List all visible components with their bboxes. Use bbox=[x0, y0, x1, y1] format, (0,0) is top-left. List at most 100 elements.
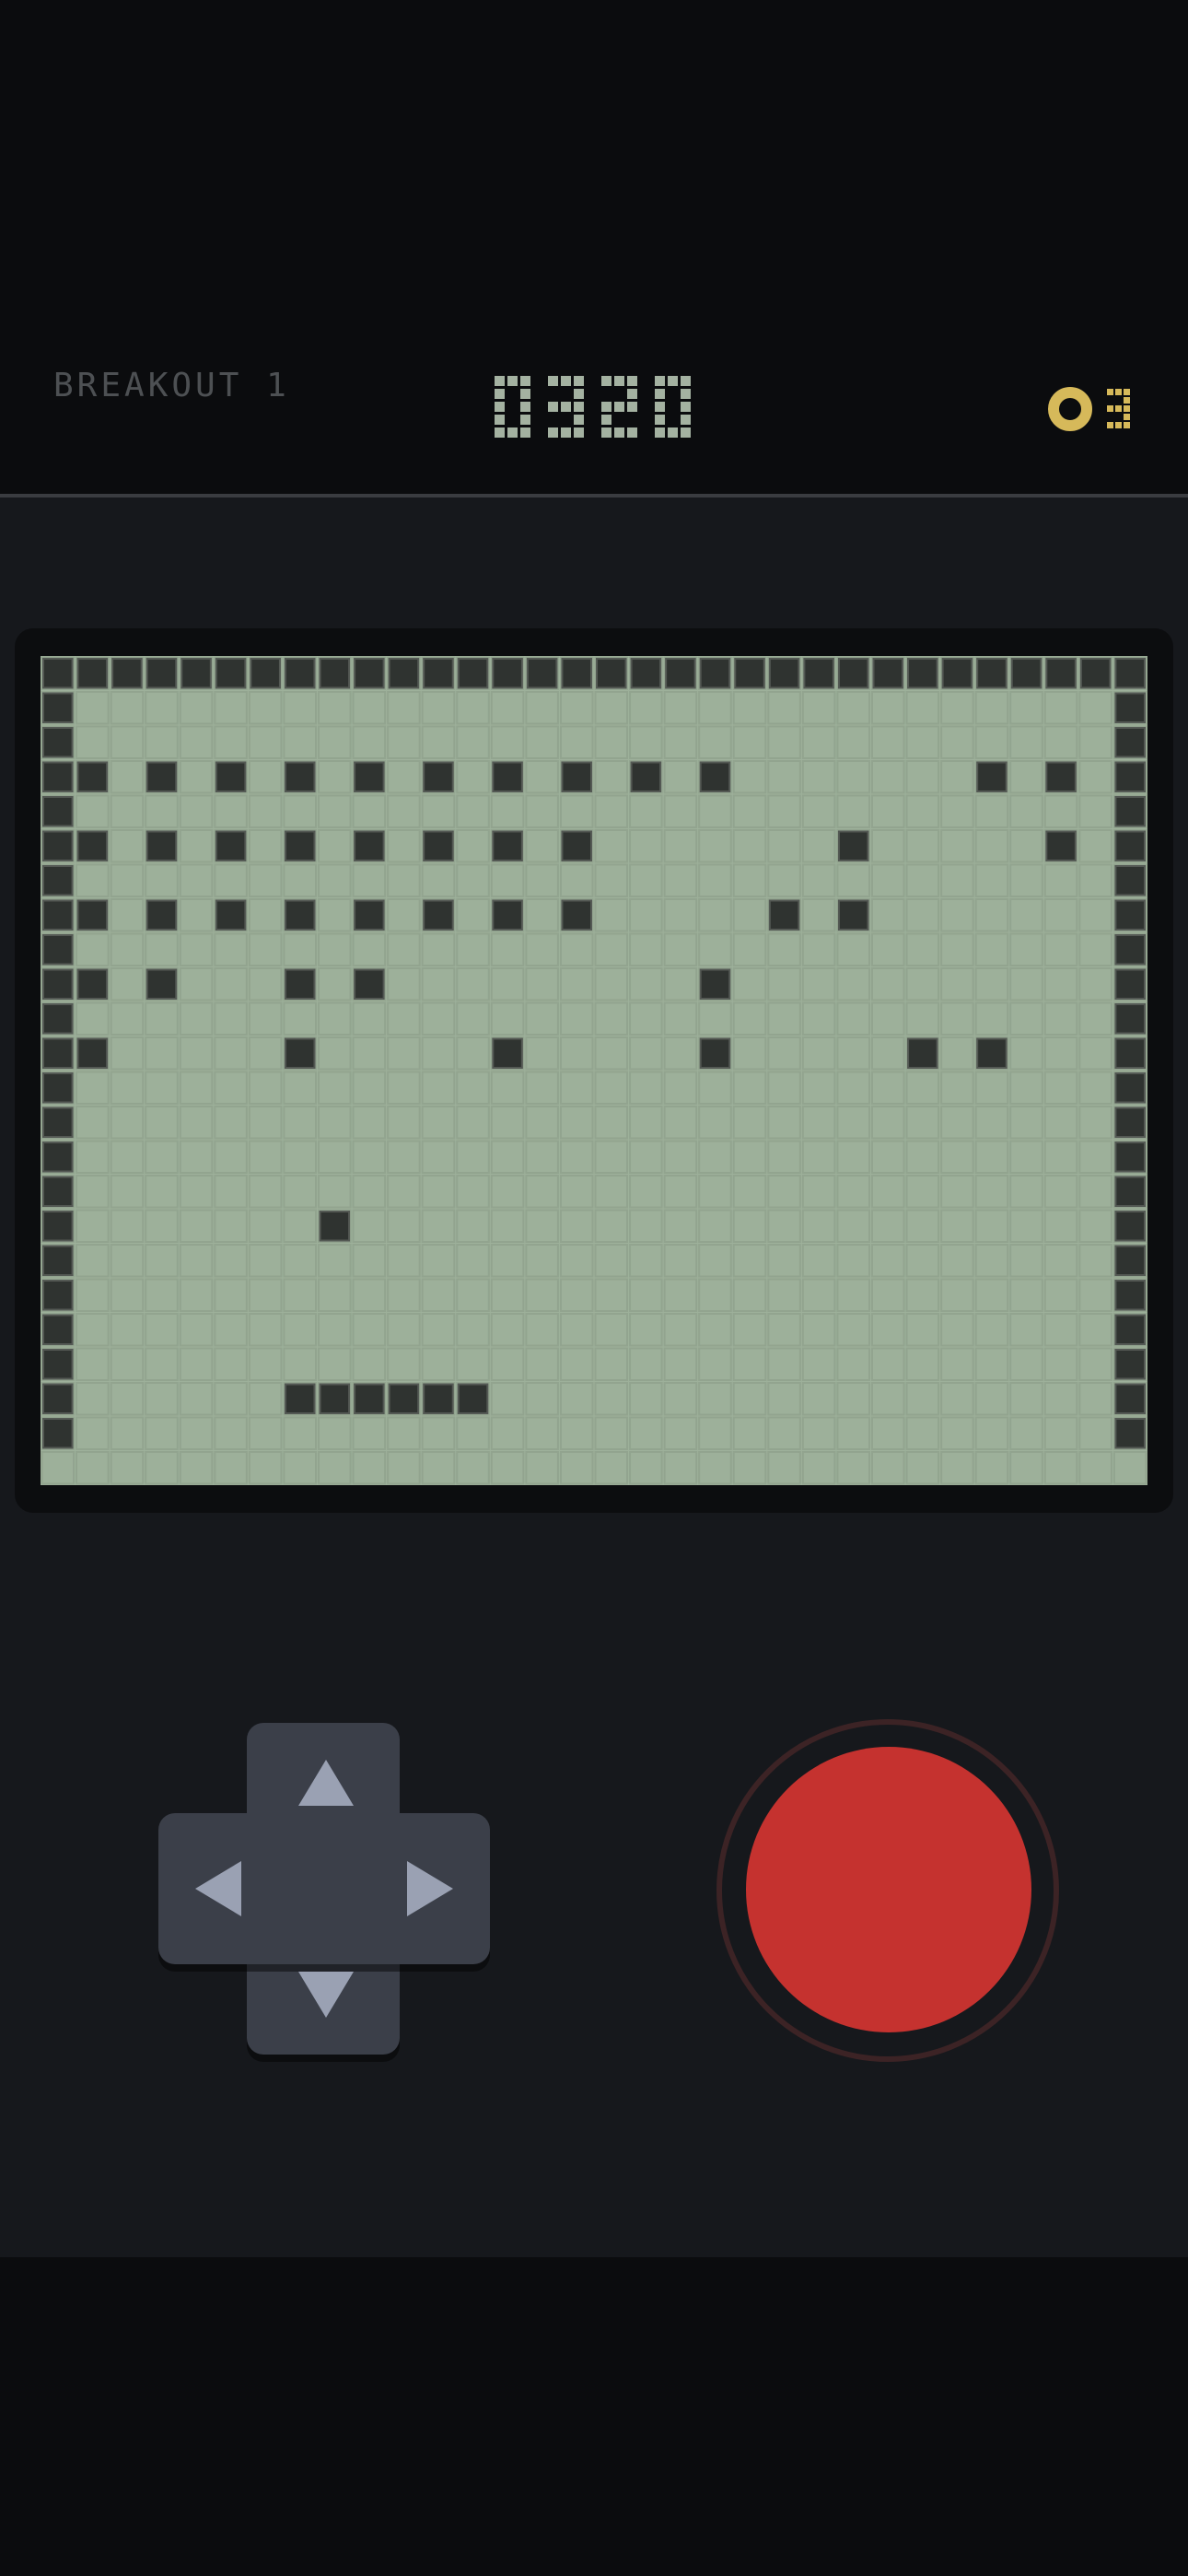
lcd-cell bbox=[836, 1244, 870, 1278]
lcd-cell bbox=[732, 1451, 767, 1485]
score-digit-pixel bbox=[495, 402, 505, 412]
lcd-cell bbox=[421, 1001, 456, 1036]
lcd-cell bbox=[940, 967, 974, 1001]
lcd-cell bbox=[490, 1140, 525, 1174]
lcd-cell bbox=[421, 1313, 456, 1347]
wall-block bbox=[42, 1211, 74, 1242]
lcd-cell bbox=[110, 1382, 145, 1416]
lcd-cell bbox=[456, 1140, 490, 1174]
lcd-cell bbox=[1009, 1175, 1043, 1209]
lcd-cell bbox=[629, 1071, 663, 1105]
lcd-cell bbox=[387, 1001, 421, 1036]
lcd-cell bbox=[836, 1278, 870, 1312]
lcd-cell bbox=[1043, 1278, 1078, 1312]
lcd-cell bbox=[1043, 1106, 1078, 1140]
lcd-cell bbox=[767, 1313, 801, 1347]
lcd-cell bbox=[1078, 1416, 1112, 1450]
lcd-cell bbox=[214, 1382, 248, 1416]
lcd-cell bbox=[318, 829, 352, 863]
lcd-cell bbox=[421, 1106, 456, 1140]
lcd-cell bbox=[629, 1244, 663, 1278]
lcd-cell bbox=[214, 863, 248, 897]
wall-block bbox=[42, 796, 74, 827]
score-digit-pixel bbox=[548, 376, 558, 386]
arrow-down-icon[interactable] bbox=[298, 1972, 354, 2018]
lcd-cell bbox=[767, 1106, 801, 1140]
lcd-cell bbox=[214, 1175, 248, 1209]
action-button[interactable] bbox=[746, 1747, 1031, 2032]
lcd-cell bbox=[629, 1416, 663, 1450]
score-digit-pixel bbox=[574, 389, 584, 399]
lcd-cell bbox=[214, 1140, 248, 1174]
score-digit-pixel bbox=[655, 389, 665, 399]
arrow-up-icon[interactable] bbox=[298, 1760, 354, 1806]
lcd-cell bbox=[421, 967, 456, 1001]
lcd-cell bbox=[387, 829, 421, 863]
lcd-cell bbox=[490, 1175, 525, 1209]
lcd-cell bbox=[352, 1106, 387, 1140]
lcd-cell bbox=[836, 1416, 870, 1450]
lcd-cell bbox=[1078, 967, 1112, 1001]
lcd-cell bbox=[456, 760, 490, 794]
lcd-cell bbox=[490, 1244, 525, 1278]
wall-block bbox=[561, 658, 592, 689]
lcd-cell bbox=[767, 1001, 801, 1036]
lcd-cell bbox=[318, 932, 352, 966]
lcd-cell bbox=[940, 1416, 974, 1450]
brick bbox=[146, 761, 178, 792]
footer-area bbox=[0, 2257, 1188, 2576]
lcd-cell bbox=[214, 1244, 248, 1278]
lives-digit-pixel bbox=[1124, 389, 1130, 395]
lcd-cell bbox=[318, 1347, 352, 1381]
lcd-cell bbox=[421, 725, 456, 759]
wall-block bbox=[42, 934, 74, 966]
lcd-cell bbox=[767, 1382, 801, 1416]
lcd-cell bbox=[732, 794, 767, 828]
lcd-cell bbox=[559, 1140, 594, 1174]
wall-block bbox=[665, 658, 696, 689]
lcd-cell bbox=[940, 932, 974, 966]
lcd-cell bbox=[179, 1382, 214, 1416]
lcd-cell bbox=[525, 863, 559, 897]
lcd-cell bbox=[214, 1036, 248, 1071]
lcd-cell bbox=[76, 725, 110, 759]
lcd-cell bbox=[110, 1244, 145, 1278]
game-screen[interactable] bbox=[41, 656, 1147, 1485]
brick bbox=[146, 899, 178, 931]
lcd-cell bbox=[421, 1347, 456, 1381]
lcd-cell bbox=[767, 691, 801, 725]
lcd-cell bbox=[283, 1209, 317, 1243]
lcd-cell bbox=[1078, 1451, 1112, 1485]
wall-block bbox=[1114, 830, 1146, 861]
brick bbox=[354, 830, 385, 861]
lcd-cell bbox=[905, 1313, 940, 1347]
lcd-cell bbox=[732, 1347, 767, 1381]
score-digit-pixel bbox=[548, 427, 558, 438]
brick bbox=[492, 1037, 523, 1069]
lcd-cell bbox=[698, 1278, 732, 1312]
wall-block bbox=[42, 1245, 74, 1276]
lcd-cell bbox=[801, 1036, 836, 1071]
lcd-cell bbox=[145, 1278, 179, 1312]
lcd-cell bbox=[871, 794, 905, 828]
lcd-cell bbox=[767, 1175, 801, 1209]
lcd-cell bbox=[940, 1382, 974, 1416]
lcd-cell bbox=[283, 1001, 317, 1036]
lcd-cell bbox=[248, 967, 283, 1001]
lcd-cell bbox=[974, 967, 1009, 1001]
wall-block bbox=[42, 727, 74, 758]
lcd-cell bbox=[145, 1209, 179, 1243]
lcd-cell bbox=[871, 1140, 905, 1174]
lcd-cell bbox=[629, 1140, 663, 1174]
lcd-cell bbox=[974, 691, 1009, 725]
arrow-right-icon[interactable] bbox=[407, 1861, 453, 1916]
lcd-cell bbox=[1009, 1209, 1043, 1243]
arrow-left-icon[interactable] bbox=[195, 1861, 241, 1916]
wall-block bbox=[42, 1107, 74, 1138]
lcd-cell bbox=[767, 794, 801, 828]
lcd-cell bbox=[559, 1382, 594, 1416]
lcd-cell bbox=[179, 1347, 214, 1381]
lcd-cell bbox=[1009, 932, 1043, 966]
lcd-cell bbox=[559, 1106, 594, 1140]
lcd-cell bbox=[594, 1313, 629, 1347]
